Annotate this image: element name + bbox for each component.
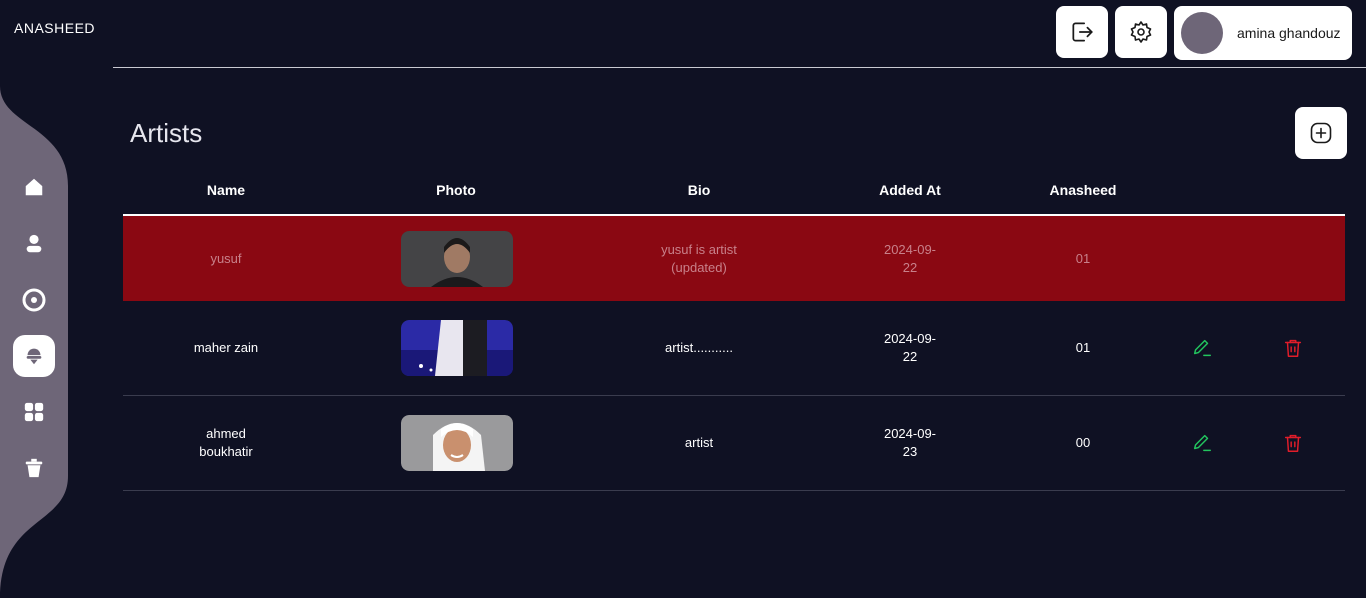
avatar bbox=[1181, 12, 1223, 54]
delete-button[interactable] bbox=[1278, 428, 1308, 458]
photo-cell bbox=[401, 396, 513, 490]
settings-button[interactable] bbox=[1115, 6, 1167, 58]
sidebar bbox=[0, 86, 68, 598]
column-header-name: Name bbox=[206, 182, 246, 198]
artist-bio: yusuf is artist (updated) bbox=[661, 241, 737, 275]
column-header-anasheed: Anasheed bbox=[1049, 182, 1117, 198]
artist-photo bbox=[401, 230, 513, 287]
table-row[interactable]: maher zain artist........... 2024-09-22 … bbox=[123, 301, 1345, 396]
artist-added-at: 2024-09-23 bbox=[883, 426, 937, 459]
artist-photo bbox=[401, 415, 513, 471]
page-title: Artists bbox=[130, 118, 203, 148]
column-header-photo: Photo bbox=[436, 182, 476, 198]
edit-cell bbox=[1187, 301, 1217, 395]
edit-button[interactable] bbox=[1187, 333, 1217, 363]
artists-table: Name Photo Bio Added At Anasheed yusuf y… bbox=[123, 170, 1345, 491]
delete-cell bbox=[1278, 396, 1308, 490]
microphone-icon bbox=[26, 348, 42, 365]
app-brand: ANASHEED bbox=[14, 20, 96, 36]
artist-photo bbox=[401, 320, 513, 376]
column-header-added-at: Added At bbox=[879, 182, 941, 198]
logout-icon bbox=[1072, 22, 1093, 42]
artist-added-at: 2024-09-22 bbox=[883, 241, 937, 275]
artist-anasheed-count: 00 bbox=[1075, 435, 1091, 450]
gear-icon bbox=[1130, 21, 1152, 43]
nav-home[interactable] bbox=[13, 166, 55, 208]
artist-name: ahmed boukhatir bbox=[199, 426, 253, 459]
add-artist-button[interactable] bbox=[1295, 107, 1347, 159]
artist-added-at: 2024-09-22 bbox=[883, 331, 937, 364]
user-name: amina ghandouz bbox=[1237, 25, 1341, 41]
plus-square-icon bbox=[1310, 122, 1332, 144]
edit-button[interactable] bbox=[1187, 428, 1217, 458]
artist-bio: artist bbox=[684, 435, 714, 450]
photo-cell bbox=[401, 216, 513, 301]
table-row[interactable]: ahmed boukhatir artist 2024-09-23 00 bbox=[123, 396, 1345, 491]
logout-button[interactable] bbox=[1056, 6, 1108, 58]
artist-bio: artist........... bbox=[665, 340, 733, 355]
artist-anasheed-count: 01 bbox=[1075, 250, 1091, 266]
delete-button[interactable] bbox=[1278, 333, 1308, 363]
trash-icon bbox=[25, 458, 43, 478]
pencil-icon bbox=[1193, 434, 1211, 452]
nav-users[interactable] bbox=[13, 223, 55, 265]
trash-icon bbox=[1284, 339, 1302, 357]
column-header-bio: Bio bbox=[687, 182, 711, 198]
nav-trash[interactable] bbox=[13, 447, 55, 489]
edit-cell bbox=[1187, 396, 1217, 490]
artist-name: maher zain bbox=[193, 340, 259, 355]
artist-anasheed-count: 01 bbox=[1075, 340, 1091, 355]
nav-artists[interactable] bbox=[13, 335, 55, 377]
artist-name: yusuf bbox=[210, 250, 242, 266]
user-menu[interactable]: amina ghandouz bbox=[1174, 6, 1352, 60]
user-icon bbox=[26, 234, 42, 253]
header-divider bbox=[113, 67, 1366, 68]
home-icon bbox=[25, 178, 43, 196]
grid-icon bbox=[24, 402, 44, 422]
delete-cell bbox=[1278, 301, 1308, 395]
trash-icon bbox=[1284, 434, 1302, 452]
pencil-icon bbox=[1193, 339, 1211, 357]
nav-albums[interactable] bbox=[13, 279, 55, 321]
table-row[interactable]: yusuf yusuf is artist (updated) 2024-09-… bbox=[123, 216, 1345, 301]
disc-icon bbox=[22, 288, 46, 312]
table-header: Name Photo Bio Added At Anasheed bbox=[123, 170, 1345, 216]
nav-dashboard[interactable] bbox=[13, 391, 55, 433]
photo-cell bbox=[401, 301, 513, 395]
